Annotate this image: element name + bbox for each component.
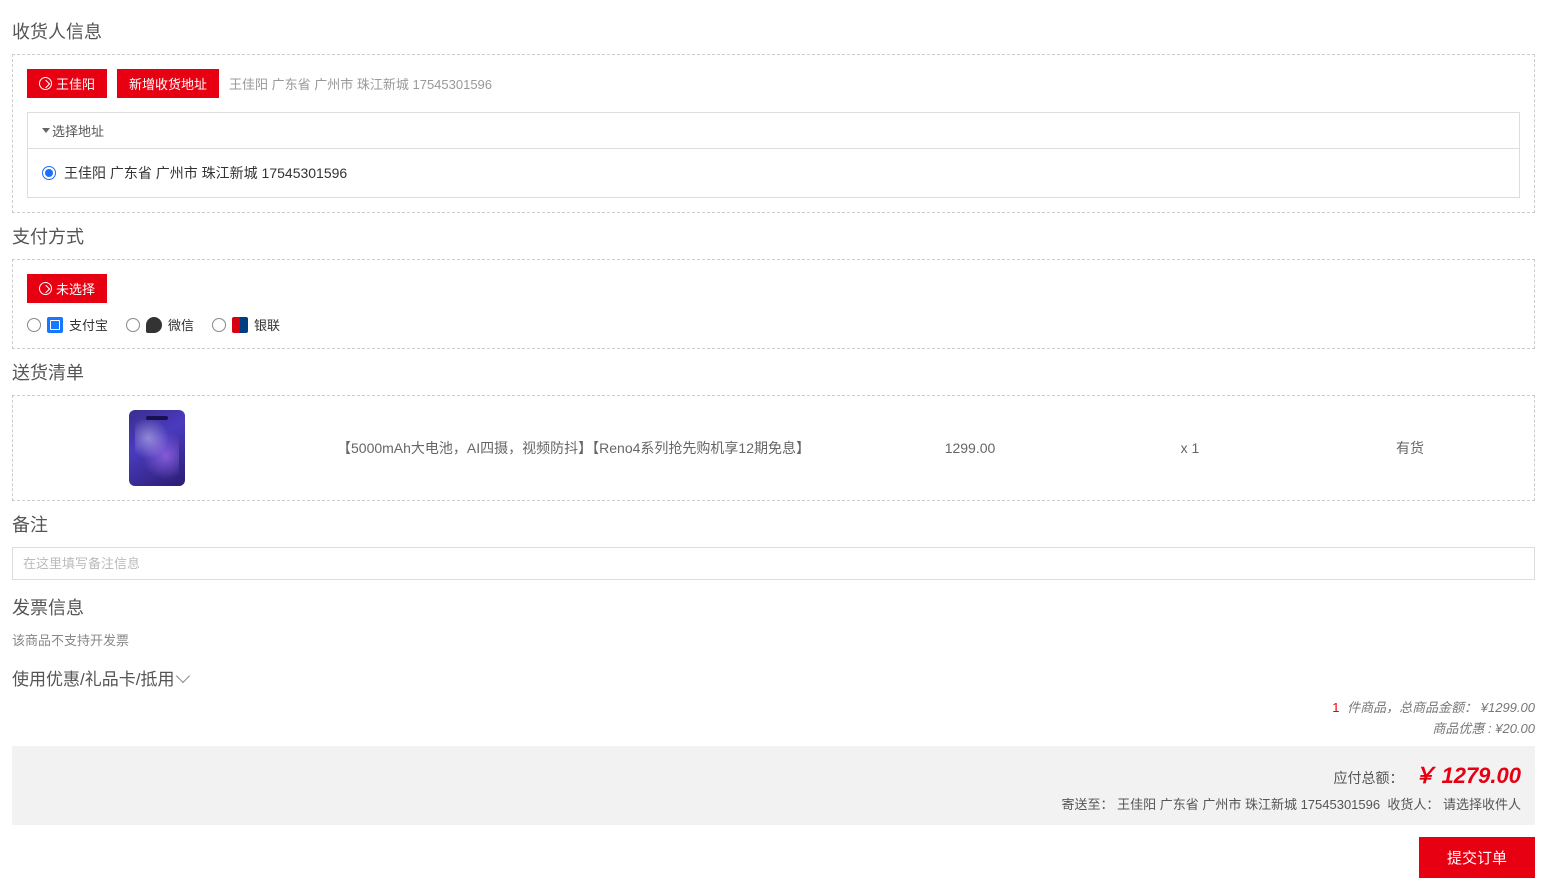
address-selector: 选择地址 王佳阳 广东省 广州市 珠江新城 17545301596 — [27, 112, 1520, 198]
wechat-label: 微信 — [168, 315, 194, 334]
payment-option-union[interactable]: 银联 — [212, 315, 280, 334]
recipient-title: 收货人信息 — [12, 18, 1535, 44]
payment-none-label: 未选择 — [56, 279, 95, 298]
wechat-radio[interactable] — [126, 318, 140, 332]
payment-title: 支付方式 — [12, 223, 1535, 249]
union-label: 银联 — [254, 315, 280, 334]
selected-recipient-label: 王佳阳 — [56, 74, 95, 93]
address-selector-header[interactable]: 选择地址 — [28, 113, 1519, 149]
payment-option-wechat[interactable]: 微信 — [126, 315, 194, 334]
union-radio[interactable] — [212, 318, 226, 332]
payable-amount: ￥ 1279.00 — [1413, 763, 1521, 788]
alipay-radio[interactable] — [27, 318, 41, 332]
payment-panel: 未选择 支付宝 微信 银联 — [12, 259, 1535, 349]
ship-to-value: 王佳阳 广东省 广州市 珠江新城 17545301596 — [1117, 797, 1380, 812]
recipient-panel: 王佳阳 新增收货地址 王佳阳 广东省 广州市 珠江新城 17545301596 … — [12, 54, 1535, 213]
invoice-note: 该商品不支持开发票 — [12, 630, 1535, 649]
product-stock: 有货 — [1300, 438, 1520, 458]
remark-title: 备注 — [12, 511, 1535, 537]
footer-bar: 应付总额： ￥ 1279.00 寄送至： 王佳阳 广东省 广州市 珠江新城 17… — [12, 746, 1535, 825]
remark-input[interactable] — [12, 547, 1535, 580]
receiver-label: 收货人： — [1387, 797, 1439, 812]
alipay-icon — [47, 317, 63, 333]
subtotal-value: ¥1299.00 — [1481, 700, 1535, 715]
ship-to-label: 寄送至： — [1061, 797, 1113, 812]
chevron-down-icon — [176, 668, 190, 682]
invoice-title: 发票信息 — [12, 594, 1535, 620]
payable-label: 应付总额： — [1333, 770, 1403, 786]
product-price: 1299.00 — [860, 440, 1080, 456]
discount-label: 商品优惠 : — [1432, 721, 1491, 736]
select-address-label: 选择地址 — [52, 121, 104, 140]
item-count: 1 — [1332, 700, 1339, 715]
payment-none-badge[interactable]: 未选择 — [27, 274, 107, 303]
address-radio[interactable] — [42, 166, 56, 180]
discount-value: ¥20.00 — [1495, 721, 1535, 736]
unionpay-icon — [232, 317, 248, 333]
totals: 1 件商品，总商品金额： ¥1299.00 商品优惠 : ¥20.00 — [12, 698, 1535, 740]
product-desc: 【5000mAh大电池，AI四摄，视频防抖】【Reno4系列抢先购机享12期免息… — [287, 438, 860, 458]
item-count-suffix: 件商品，总商品金额： — [1344, 700, 1478, 715]
receiver-value: 请选择收件人 — [1443, 797, 1521, 812]
shipment-panel: 【5000mAh大电池，AI四摄，视频防抖】【Reno4系列抢先购机享12期免息… — [12, 395, 1535, 501]
order-row: 【5000mAh大电池，AI四摄，视频防抖】【Reno4系列抢先购机享12期免息… — [27, 410, 1520, 486]
recipient-summary: 王佳阳 广东省 广州市 珠江新城 17545301596 — [229, 74, 492, 93]
coupon-label: 使用优惠/礼品卡/抵用 — [12, 665, 174, 690]
add-address-button[interactable]: 新增收货地址 — [117, 69, 219, 98]
product-image — [129, 410, 185, 486]
address-option-text: 王佳阳 广东省 广州市 珠江新城 17545301596 — [64, 163, 347, 183]
coupon-toggle[interactable]: 使用优惠/礼品卡/抵用 — [12, 665, 1535, 690]
check-circle-icon — [39, 77, 52, 90]
selected-recipient-badge[interactable]: 王佳阳 — [27, 69, 107, 98]
alipay-label: 支付宝 — [69, 315, 108, 334]
shipment-title: 送货清单 — [12, 359, 1535, 385]
payment-option-alipay[interactable]: 支付宝 — [27, 315, 108, 334]
wechat-icon — [146, 317, 162, 333]
caret-down-icon — [42, 128, 50, 133]
submit-order-button[interactable]: 提交订单 — [1419, 837, 1535, 878]
product-qty: x 1 — [1080, 440, 1300, 456]
check-circle-icon — [39, 282, 52, 295]
